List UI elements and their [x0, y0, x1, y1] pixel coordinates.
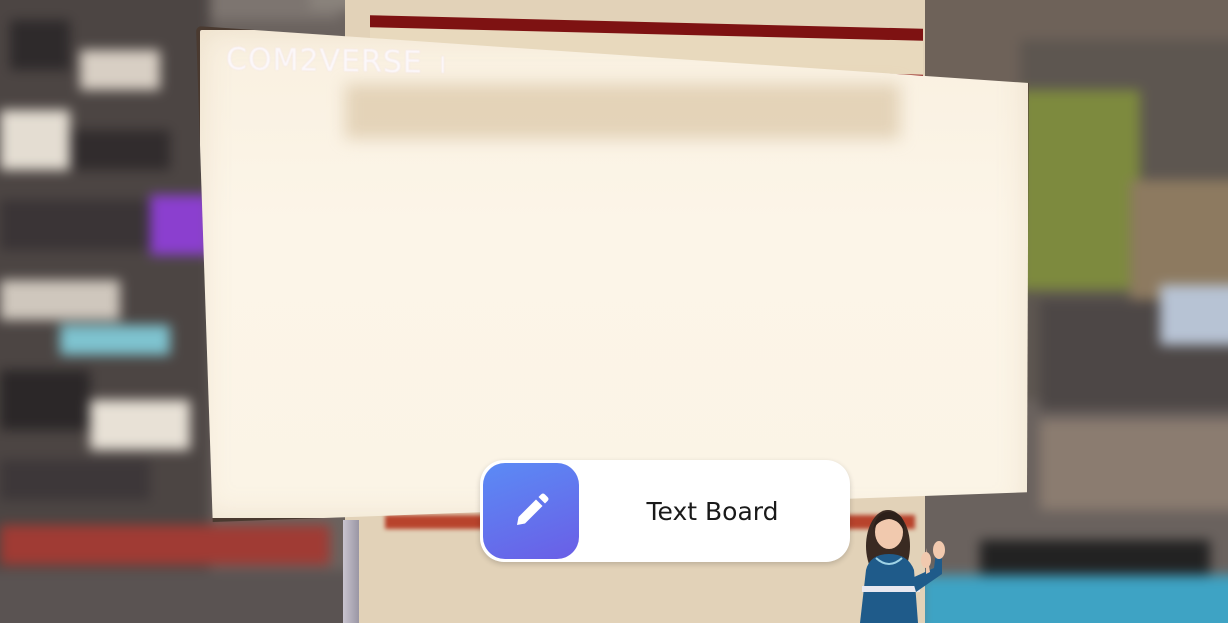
player-avatar: [860, 510, 945, 623]
brand-logo-suffix: I: [439, 53, 447, 79]
text-board-button[interactable]: Text Board: [480, 460, 850, 562]
board-pole: [343, 520, 359, 623]
text-board-label: Text Board: [646, 496, 779, 526]
brand-logo: COM2VERSE I: [226, 42, 447, 81]
brand-logo-text: COM2VERSE: [226, 42, 423, 81]
board-header-shadow: [345, 84, 900, 139]
pencil-icon: [517, 493, 549, 525]
pencil-icon-box: [483, 463, 579, 559]
game-scene: COM2VERSE I Text Board: [0, 0, 1228, 623]
